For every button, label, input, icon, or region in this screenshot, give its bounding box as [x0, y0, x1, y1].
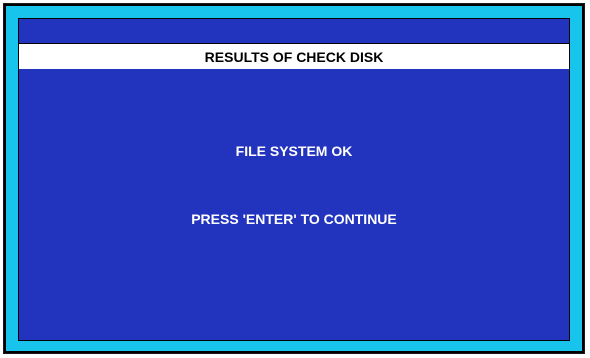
dialog-screen: RESULTS OF CHECK DISK FILE SYSTEM OK PRE…	[18, 18, 570, 341]
continue-prompt: PRESS 'ENTER' TO CONTINUE	[191, 211, 397, 227]
dialog-title: RESULTS OF CHECK DISK	[19, 43, 569, 69]
dialog-frame: RESULTS OF CHECK DISK FILE SYSTEM OK PRE…	[4, 4, 584, 353]
status-message: FILE SYSTEM OK	[235, 143, 353, 159]
